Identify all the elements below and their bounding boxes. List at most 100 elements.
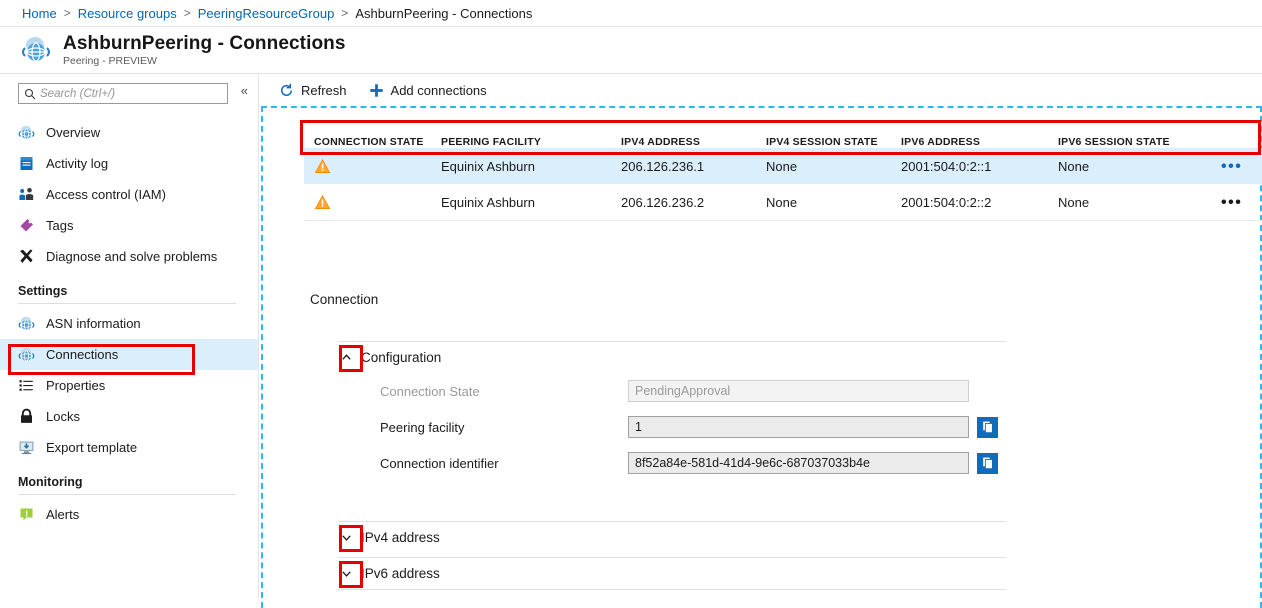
collapse-sidebar-icon[interactable]: « — [241, 84, 248, 97]
sidebar-item-alerts[interactable]: Alerts — [0, 499, 258, 530]
page-title: AshburnPeering - Connections — [63, 32, 346, 54]
section-ipv4-address-header[interactable]: IPv4 address — [338, 522, 1006, 553]
column-header-ipv4-address: IPV4 ADDRESS — [621, 136, 701, 148]
sidebar-item-label: Tags — [46, 218, 74, 233]
chevron-up-icon[interactable] — [338, 350, 354, 366]
cell-peering-facility: Equinix Ashburn — [441, 194, 535, 210]
column-header-peering-facility: PEERING FACILITY — [441, 136, 542, 148]
connection-identifier-input[interactable]: 8f52a84e-581d-41d4-9e6c-687037033b4e — [628, 452, 969, 474]
search-placeholder: Search (Ctrl+/) — [40, 87, 116, 100]
peering-globe-icon — [18, 315, 35, 332]
connection-state-input: PendingApproval — [628, 380, 969, 402]
breadcrumb-separator: > — [341, 6, 349, 20]
sidebar: Search (Ctrl+/) « Overview Activity log … — [0, 73, 259, 598]
row-context-menu-button[interactable]: ••• — [1221, 158, 1242, 175]
divider — [18, 494, 236, 495]
column-header-connection-state: CONNECTION STATE — [314, 136, 424, 148]
main-content: Refresh Add connections CONNECTION STATE… — [259, 73, 1262, 608]
refresh-label: Refresh — [301, 82, 347, 98]
activity-log-icon — [18, 155, 35, 172]
tag-icon — [18, 217, 35, 234]
sidebar-item-label: Connections — [46, 347, 119, 362]
breadcrumb-separator: > — [63, 6, 71, 20]
connections-table: CONNECTION STATE PEERING FACILITY IPV4 A… — [304, 122, 1262, 221]
refresh-icon — [279, 83, 294, 98]
cell-actions: ••• — [1218, 194, 1262, 211]
connection-detail-title: Connection — [310, 292, 379, 307]
peering-globe-icon — [18, 346, 35, 363]
add-connections-button[interactable]: Add connections — [369, 83, 487, 98]
table-row[interactable]: Equinix Ashburn 206.126.236.2 None 2001:… — [304, 184, 1262, 221]
peering-facility-input[interactable]: 1 — [628, 416, 969, 438]
sidebar-item-label: Alerts — [46, 507, 80, 522]
plus-icon — [369, 83, 384, 98]
sidebar-item-tags[interactable]: Tags — [0, 210, 258, 241]
warning-icon — [314, 158, 331, 174]
sidebar-item-label: Diagnose and solve problems — [46, 249, 218, 264]
breadcrumb-item-current: AshburnPeering - Connections — [355, 5, 533, 21]
divider — [338, 589, 1006, 590]
cell-actions: ••• — [1218, 158, 1262, 175]
copy-icon[interactable] — [977, 416, 998, 438]
chevron-down-icon[interactable] — [338, 530, 354, 546]
peering-globe-icon — [18, 124, 35, 141]
cell-connection-state — [304, 194, 441, 210]
sidebar-item-label: Overview — [46, 125, 101, 140]
field-label: Connection State — [380, 383, 480, 399]
column-header-ipv6-address: IPV6 ADDRESS — [901, 136, 981, 148]
cell-ipv6-session-state: None — [1058, 158, 1090, 174]
peering-globe-icon — [20, 34, 52, 66]
table-row[interactable]: Equinix Ashburn 206.126.236.1 None 2001:… — [304, 148, 1262, 184]
sidebar-item-label: Properties — [46, 378, 106, 393]
cell-ipv6-address: 2001:504:0:2::1 — [901, 158, 992, 174]
alerts-icon — [18, 506, 35, 523]
sidebar-item-label: Export template — [46, 440, 138, 455]
copy-icon[interactable] — [977, 452, 998, 474]
field-label: Connection identifier — [380, 455, 499, 471]
breadcrumb-item-home[interactable]: Home — [22, 6, 57, 21]
breadcrumb: Home > Resource groups > PeeringResource… — [0, 0, 1262, 27]
field-label: Peering facility — [380, 419, 465, 435]
search-input[interactable]: Search (Ctrl+/) — [18, 83, 228, 104]
breadcrumb-separator: > — [183, 6, 191, 20]
section-configuration-header[interactable]: Configuration — [338, 342, 1006, 373]
breadcrumb-item-resource-groups[interactable]: Resource groups — [78, 6, 177, 21]
sidebar-item-overview[interactable]: Overview — [0, 117, 258, 148]
page-header: AshburnPeering - Connections Peering - P… — [0, 27, 1262, 73]
lock-icon — [18, 408, 35, 425]
cell-ipv4-address: 206.126.236.2 — [621, 194, 705, 210]
refresh-button[interactable]: Refresh — [279, 83, 347, 98]
sidebar-item-asn-information[interactable]: ASN information — [0, 308, 258, 339]
chevron-down-icon[interactable] — [338, 566, 354, 582]
cell-ipv6-session-state: None — [1058, 194, 1090, 210]
export-template-icon — [18, 439, 35, 456]
search-icon — [24, 88, 36, 100]
column-header-ipv6-session-state: IPV6 SESSION STATE — [1058, 136, 1170, 148]
sidebar-item-label: Activity log — [46, 156, 109, 171]
cell-ipv6-address: 2001:504:0:2::2 — [901, 194, 992, 210]
wrench-icon — [18, 248, 35, 265]
sidebar-item-locks[interactable]: Locks — [0, 401, 258, 432]
sidebar-item-diagnose-and-solve-problems[interactable]: Diagnose and solve problems — [0, 241, 258, 272]
section-ipv6-address-label: IPv6 address — [361, 566, 440, 581]
breadcrumb-item-peeringresourcegroup[interactable]: PeeringResourceGroup — [198, 6, 335, 21]
field-connection-state: Connection State PendingApproval — [338, 373, 1006, 409]
sidebar-nav: Overview Activity log Access control (IA… — [0, 117, 258, 530]
warning-icon — [314, 194, 331, 210]
sidebar-item-connections[interactable]: Connections — [0, 339, 258, 370]
sidebar-item-export-template[interactable]: Export template — [0, 432, 258, 463]
section-configuration: Configuration Connection State PendingAp… — [338, 341, 1006, 481]
command-toolbar: Refresh Add connections — [259, 74, 1262, 106]
sidebar-item-activity-log[interactable]: Activity log — [0, 148, 258, 179]
cell-ipv4-session-state: None — [766, 194, 798, 210]
sidebar-item-properties[interactable]: Properties — [0, 370, 258, 401]
page-subtitle: Peering - PREVIEW — [63, 54, 157, 67]
section-ipv4-address: IPv4 address — [338, 521, 1006, 553]
sidebar-item-access-control[interactable]: Access control (IAM) — [0, 179, 258, 210]
sidebar-item-label: ASN information — [46, 316, 141, 331]
properties-icon — [18, 377, 35, 394]
section-ipv6-address-header[interactable]: IPv6 address — [338, 558, 1006, 589]
add-connections-label: Add connections — [390, 82, 487, 98]
row-context-menu-button[interactable]: ••• — [1221, 194, 1242, 211]
access-control-icon — [18, 186, 35, 203]
